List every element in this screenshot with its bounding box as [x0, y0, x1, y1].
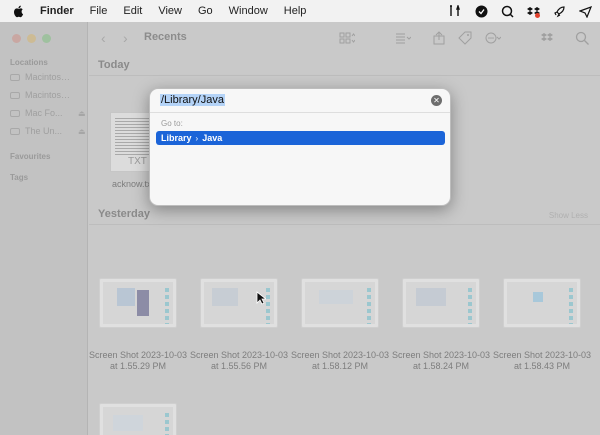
path-row: /Library/Java ✕ — [150, 89, 450, 113]
paper-plane-icon[interactable] — [578, 4, 592, 18]
divider — [89, 224, 600, 225]
file-name-line: at 1.55.29 PM — [109, 361, 167, 371]
sidebar: Locations Macintosh... Macintosh... Mac … — [0, 22, 88, 435]
file-thumbnail[interactable] — [200, 278, 278, 328]
sidebar-item-location[interactable]: Mac Fo... ⏏ — [10, 108, 86, 118]
file-name-line: Screen Shot 2023-10-03 — [492, 350, 592, 360]
sidebar-item-location[interactable]: The Un... ⏏ — [10, 126, 86, 136]
section-heading-yesterday: Yesterday — [98, 208, 150, 220]
sidebar-item-label: The Un... — [25, 126, 63, 136]
chevron-right-icon: › — [195, 133, 199, 143]
tag-icon[interactable] — [457, 31, 473, 45]
sidebar-item-label: Macintosh... — [25, 90, 73, 100]
file-name-line: Screen Shot 2023-10-03 — [391, 350, 491, 360]
dropbox-icon[interactable] — [541, 31, 557, 45]
drive-icon — [10, 127, 20, 135]
file-name[interactable]: Screen Shot 2023-10-03 at 1.58.24 PM — [391, 350, 491, 372]
path-suggestion[interactable]: Library › Java — [156, 131, 445, 145]
divider — [89, 75, 600, 76]
menu-window[interactable]: Window — [229, 5, 268, 17]
search-icon[interactable] — [575, 31, 591, 45]
file-thumbnail[interactable] — [99, 278, 177, 328]
file-name-line: Screen Shot 2023-10-03 — [290, 350, 390, 360]
eject-icon[interactable]: ⏏ — [78, 127, 86, 136]
more-actions-icon[interactable] — [485, 31, 501, 45]
file-thumbnail[interactable] — [402, 278, 480, 328]
window-title: Recents — [144, 31, 187, 43]
menu-help[interactable]: Help — [284, 5, 307, 17]
clear-icon[interactable]: ✕ — [431, 95, 442, 106]
sidebar-heading-favourites: Favourites — [10, 152, 51, 161]
section-heading-today: Today — [98, 59, 130, 71]
menu-go[interactable]: Go — [198, 5, 213, 17]
go-to-folder-dialog: /Library/Java ✕ Go to: Library › Java — [149, 88, 451, 206]
window-controls — [12, 34, 51, 43]
file-name-line: Screen Shot 2023-10-03 — [189, 350, 289, 360]
drive-icon — [10, 73, 20, 81]
screenshot-preview — [507, 282, 577, 324]
sidebar-item-label: Mac Fo... — [25, 108, 63, 118]
file-name[interactable]: Screen Shot 2023-10-03 at 1.58.43 PM — [492, 350, 592, 372]
finder-window: Locations Macintosh... Macintosh... Mac … — [0, 22, 600, 435]
menu-app-name[interactable]: Finder — [40, 5, 74, 17]
group-icon[interactable] — [395, 31, 411, 45]
file-thumbnail[interactable] — [99, 403, 177, 435]
file-name[interactable]: Screen Shot 2023-10-03 at 1.55.29 PM — [88, 350, 188, 372]
mouse-pointer-icon — [256, 291, 266, 305]
forward-icon[interactable]: › — [123, 30, 128, 46]
magnifier-icon[interactable] — [500, 4, 514, 18]
file-kind-badge: TXT — [128, 156, 147, 167]
back-icon[interactable]: ‹ — [101, 30, 106, 46]
file-name-line: at 1.58.12 PM — [311, 361, 369, 371]
sidebar-item-location[interactable]: Macintosh... — [10, 90, 86, 100]
screenshot-preview — [406, 282, 476, 324]
selected-path-text: /Library/Java — [160, 94, 225, 106]
file-thumbnail[interactable]: TXT — [110, 112, 154, 172]
zoom-button[interactable] — [42, 34, 51, 43]
file-name-line: at 1.55.56 PM — [210, 361, 268, 371]
screenshot-preview — [305, 282, 375, 324]
close-button[interactable] — [12, 34, 21, 43]
eject-icon[interactable]: ⏏ — [78, 109, 86, 118]
file-thumbnail[interactable] — [301, 278, 379, 328]
file-thumbnail[interactable] — [503, 278, 581, 328]
icon-view-icon[interactable] — [339, 31, 355, 45]
drive-icon — [10, 91, 20, 99]
rocket-icon[interactable] — [552, 4, 566, 18]
tools-icon[interactable] — [448, 4, 462, 18]
file-name[interactable]: Screen Shot 2023-10-03 at 1.58.12 PM — [290, 350, 390, 372]
shield-icon[interactable] — [474, 4, 488, 18]
menu-edit[interactable]: Edit — [123, 5, 142, 17]
menu-file[interactable]: File — [90, 5, 108, 17]
drive-icon — [10, 109, 20, 117]
sidebar-item-label: Macintosh... — [25, 72, 73, 82]
toolbar: ‹ › Recents — [89, 22, 600, 56]
sidebar-heading-locations: Locations — [10, 58, 48, 67]
dropbox-badge-icon[interactable] — [526, 4, 540, 18]
apple-menu-icon[interactable] — [12, 4, 26, 18]
menu-view[interactable]: View — [158, 5, 182, 17]
screenshot-preview — [103, 282, 173, 324]
path-input[interactable]: /Library/Java — [160, 94, 420, 108]
sidebar-item-location[interactable]: Macintosh... — [10, 72, 86, 82]
file-name-line: at 1.58.43 PM — [513, 361, 571, 371]
screenshot-preview — [103, 407, 173, 435]
menu-bar: Finder File Edit View Go Window Help — [0, 0, 600, 22]
file-name-line: Screen Shot 2023-10-03 — [88, 350, 188, 360]
sidebar-heading-tags: Tags — [10, 173, 29, 182]
suggestion-parent: Library — [161, 133, 192, 143]
suggestion-child: Java — [202, 133, 223, 143]
minimize-button[interactable] — [27, 34, 36, 43]
share-icon[interactable] — [431, 31, 447, 45]
file-name[interactable]: Screen Shot 2023-10-03 at 1.55.56 PM — [189, 350, 289, 372]
show-less-button[interactable]: Show Less — [549, 211, 588, 220]
file-name-line: at 1.58.24 PM — [412, 361, 470, 371]
go-to-label: Go to: — [161, 119, 183, 128]
document-preview — [115, 118, 149, 157]
